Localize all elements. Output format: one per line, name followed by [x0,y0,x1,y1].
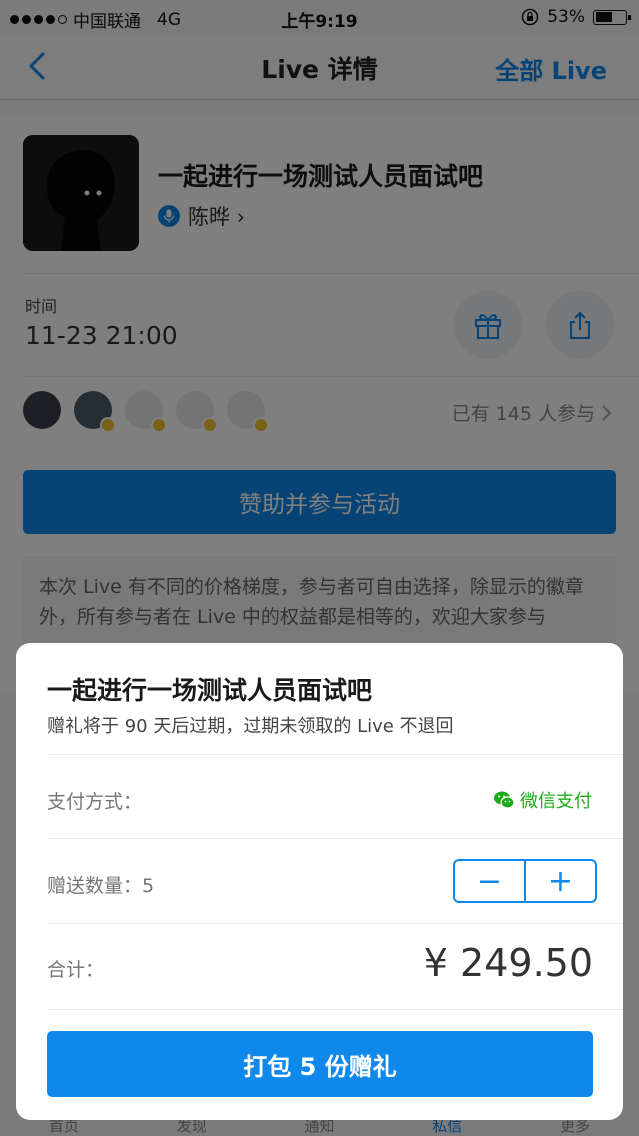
divider [47,1009,623,1010]
increment-button[interactable]: + [524,861,595,901]
divider [47,838,623,839]
quantity-stepper: − + [453,859,597,903]
wechat-icon [494,791,515,809]
pack-gift-button[interactable]: 打包 5 份赠礼 [47,1031,593,1097]
total-price: ¥ 249.50 [423,941,593,985]
modal-subtitle: 赠礼将于 90 天后过期，过期未领取的 Live 不退回 [47,716,454,737]
payment-method-label: 微信支付 [520,791,592,812]
quantity-label: 赠送数量：5 [47,875,155,897]
divider [47,923,623,924]
divider [47,754,623,755]
total-label: 合计： [47,959,105,981]
payment-method[interactable]: 微信支付 [493,787,592,813]
payment-label: 支付方式： [47,791,143,813]
decrement-button[interactable]: − [455,861,524,901]
modal-title: 一起进行一场测试人员面试吧 [47,676,373,705]
gift-modal: 一起进行一场测试人员面试吧 赠礼将于 90 天后过期，过期未领取的 Live 不… [16,643,623,1120]
